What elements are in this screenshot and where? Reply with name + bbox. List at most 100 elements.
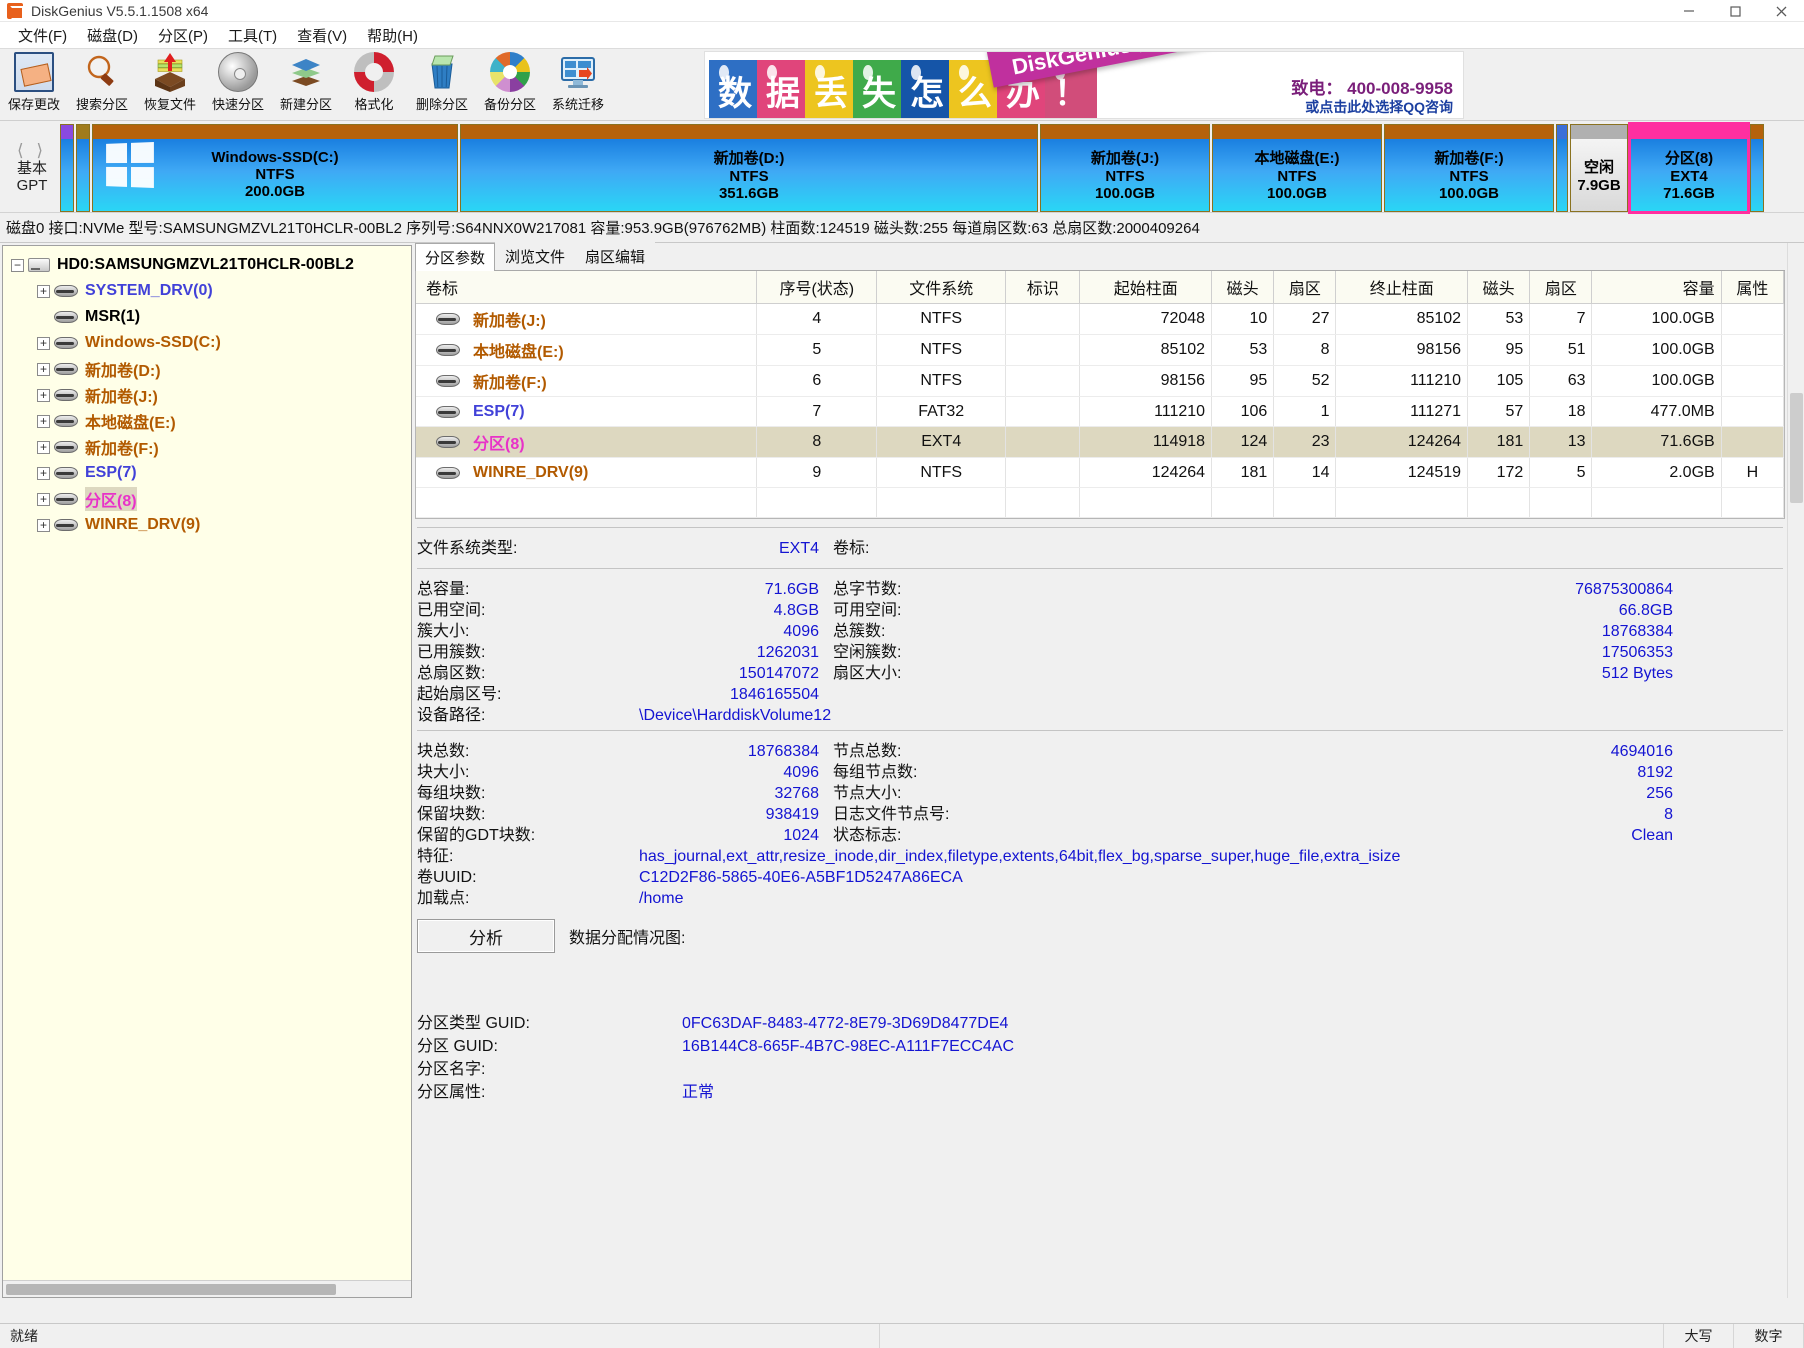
- device-path-label: 设备路径:: [417, 701, 639, 725]
- tab-browse-files[interactable]: 浏览文件: [495, 242, 575, 270]
- tab-sector-editor[interactable]: 扇区编辑: [575, 242, 655, 270]
- col-flag[interactable]: 标识: [1006, 271, 1080, 304]
- format-button[interactable]: 格式化: [340, 49, 408, 115]
- partition-block-sliver-2[interactable]: [76, 124, 90, 212]
- partition-block-free-space[interactable]: 空闲 7.9GB: [1570, 124, 1628, 212]
- table-row[interactable]: 本地磁盘(E:) 5 NTFS 85102 53 8 98156 95 51 1…: [416, 335, 1784, 366]
- system-migration-button[interactable]: 系统迁移: [544, 49, 612, 115]
- tree-node-new-volume-j[interactable]: + 新加卷(J:): [11, 382, 411, 408]
- col-start-head[interactable]: 磁头: [1212, 271, 1274, 304]
- advertisement-banner[interactable]: 数 据 丢 失 怎 么 办 ！ DiskGenius 团队为您服务 致电： 40…: [704, 51, 1464, 119]
- save-changes-button[interactable]: 保存更改: [0, 49, 68, 115]
- search-partition-button[interactable]: 搜索分区: [68, 49, 136, 115]
- table-row[interactable]: 分区(8) 8 EXT4 114918 124 23 124264 181 13…: [416, 427, 1784, 458]
- partition-size: 100.0GB: [1095, 185, 1155, 202]
- fs-type-value: EXT4: [639, 540, 819, 558]
- col-capacity[interactable]: 容量: [1592, 271, 1721, 304]
- tree-horizontal-scrollbar[interactable]: [3, 1280, 411, 1297]
- col-index-status[interactable]: 序号(状态): [757, 271, 877, 304]
- ad-card: 怎: [901, 60, 953, 119]
- tree-node-msr[interactable]: MSR(1): [11, 304, 411, 330]
- partition-block-local-disk-e[interactable]: 本地磁盘(E:) NTFS 100.0GB: [1212, 124, 1382, 212]
- ad-qq-link[interactable]: 或点击此处选择QQ咨询: [1291, 99, 1453, 115]
- tree-expander[interactable]: +: [37, 285, 50, 298]
- row-volume-label: 分区(8): [473, 430, 525, 454]
- main-scrollbar-thumb[interactable]: [1790, 393, 1803, 503]
- tree-expander[interactable]: +: [37, 467, 50, 480]
- partition-block-new-volume-d[interactable]: 新加卷(D:) NTFS 351.6GB: [460, 124, 1038, 212]
- ad-contact[interactable]: 致电： 400-008-9958 或点击此处选择QQ咨询: [1291, 79, 1453, 115]
- col-filesystem[interactable]: 文件系统: [877, 271, 1006, 304]
- recover-files-button[interactable]: 恢复文件: [136, 49, 204, 115]
- disk-nav-arrows-icon[interactable]: ⟨ ⟩: [17, 141, 47, 161]
- col-end-cylinder[interactable]: 终止柱面: [1336, 271, 1468, 304]
- menu-view[interactable]: 查看(V): [287, 22, 357, 49]
- tree-node-windows-ssd-c[interactable]: + Windows-SSD(C:): [11, 330, 411, 356]
- col-start-sector[interactable]: 扇区: [1274, 271, 1336, 304]
- tree-node-winre-drv[interactable]: + WINRE_DRV(9): [11, 512, 411, 538]
- tree-node-new-volume-d[interactable]: + 新加卷(D:): [11, 356, 411, 382]
- tree-node-local-disk-e[interactable]: + 本地磁盘(E:): [11, 408, 411, 434]
- table-row[interactable]: 新加卷(F:) 6 NTFS 98156 95 52 111210 105 63…: [416, 366, 1784, 397]
- partition-block-esp-sliver[interactable]: [1556, 124, 1568, 212]
- col-volume-label[interactable]: 卷标: [416, 271, 757, 304]
- tree-expander[interactable]: +: [37, 337, 50, 350]
- col-start-cylinder[interactable]: 起始柱面: [1080, 271, 1212, 304]
- main-vertical-scrollbar[interactable]: [1787, 243, 1804, 1298]
- maximize-button[interactable]: [1712, 0, 1758, 22]
- tree-expander[interactable]: +: [37, 493, 50, 506]
- tree-expander[interactable]: +: [37, 519, 50, 532]
- row-end-sector: 13: [1530, 427, 1592, 458]
- analyze-button[interactable]: 分析: [417, 919, 555, 953]
- guid-row-attributes: 分区属性: 正常: [417, 1078, 1783, 1101]
- tree-expander-root[interactable]: −: [11, 259, 24, 272]
- tree-node-root[interactable]: − HD0:SAMSUNGMZVL21T0HCLR-00BL2: [11, 252, 411, 278]
- ad-card: 数: [709, 60, 761, 119]
- tree-node-system-drv[interactable]: + SYSTEM_DRV(0): [11, 278, 411, 304]
- partition-block-winre-sliver[interactable]: [1750, 124, 1764, 212]
- close-button[interactable]: [1758, 0, 1804, 22]
- minimize-button[interactable]: [1666, 0, 1712, 22]
- status-text: 就绪: [0, 1324, 880, 1348]
- tree-node-partition-8[interactable]: + 分区(8): [11, 486, 411, 512]
- ad-card-text: 丢: [814, 66, 848, 115]
- table-row[interactable]: ESP(7) 7 FAT32 111210 106 1 111271 57 18…: [416, 397, 1784, 427]
- partition-block-new-volume-f[interactable]: 新加卷(F:) NTFS 100.0GB: [1384, 124, 1554, 212]
- tab-partition-params[interactable]: 分区参数: [415, 243, 495, 271]
- new-partition-button[interactable]: 新建分区: [272, 49, 340, 115]
- row-index: 9: [757, 458, 877, 488]
- table-row[interactable]: WINRE_DRV(9) 9 NTFS 124264 181 14 124519…: [416, 458, 1784, 488]
- partition-cap-bar: [1213, 125, 1381, 139]
- partition-bar-track: Windows-SSD(C:) NTFS 200.0GB 新加卷(D:) NTF…: [60, 124, 1800, 212]
- tree-item-label: MSR(1): [85, 308, 140, 326]
- tree-expander[interactable]: +: [37, 363, 50, 376]
- col-end-head[interactable]: 磁头: [1468, 271, 1530, 304]
- backup-partition-button[interactable]: 备份分区: [476, 49, 544, 115]
- row-start-sector: 27: [1274, 304, 1336, 335]
- partition-block-windows-ssd-c[interactable]: Windows-SSD(C:) NTFS 200.0GB: [92, 124, 458, 212]
- mount-point-label: 加载点:: [417, 884, 639, 908]
- menu-tools[interactable]: 工具(T): [218, 22, 287, 49]
- partition-block-new-volume-j[interactable]: 新加卷(J:) NTFS 100.0GB: [1040, 124, 1210, 212]
- tree-expander[interactable]: +: [37, 415, 50, 428]
- tree-scrollbar-thumb[interactable]: [6, 1284, 336, 1295]
- volume-icon: [54, 337, 78, 349]
- quick-partition-button[interactable]: 快速分区: [204, 49, 272, 115]
- tree-node-esp[interactable]: + ESP(7): [11, 460, 411, 486]
- partition-block-partition-8[interactable]: 分区(8) EXT4 71.6GB: [1630, 124, 1748, 212]
- tree-expander[interactable]: +: [37, 389, 50, 402]
- col-end-sector[interactable]: 扇区: [1530, 271, 1592, 304]
- menu-file[interactable]: 文件(F): [8, 22, 77, 49]
- delete-partition-button[interactable]: 删除分区: [408, 49, 476, 115]
- partition-filesystem: NTFS: [255, 166, 294, 183]
- menu-partition[interactable]: 分区(P): [148, 22, 218, 49]
- partition-block-sliver-1[interactable]: [60, 124, 74, 212]
- tree-expander[interactable]: +: [37, 441, 50, 454]
- col-attributes[interactable]: 属性: [1721, 271, 1783, 304]
- ad-card-text: 据: [766, 66, 800, 115]
- menu-help[interactable]: 帮助(H): [357, 22, 428, 49]
- partition-size: 71.6GB: [1663, 185, 1715, 202]
- menu-disk[interactable]: 磁盘(D): [77, 22, 148, 49]
- table-row[interactable]: 新加卷(J:) 4 NTFS 72048 10 27 85102 53 7 10…: [416, 304, 1784, 335]
- tree-node-new-volume-f[interactable]: + 新加卷(F:): [11, 434, 411, 460]
